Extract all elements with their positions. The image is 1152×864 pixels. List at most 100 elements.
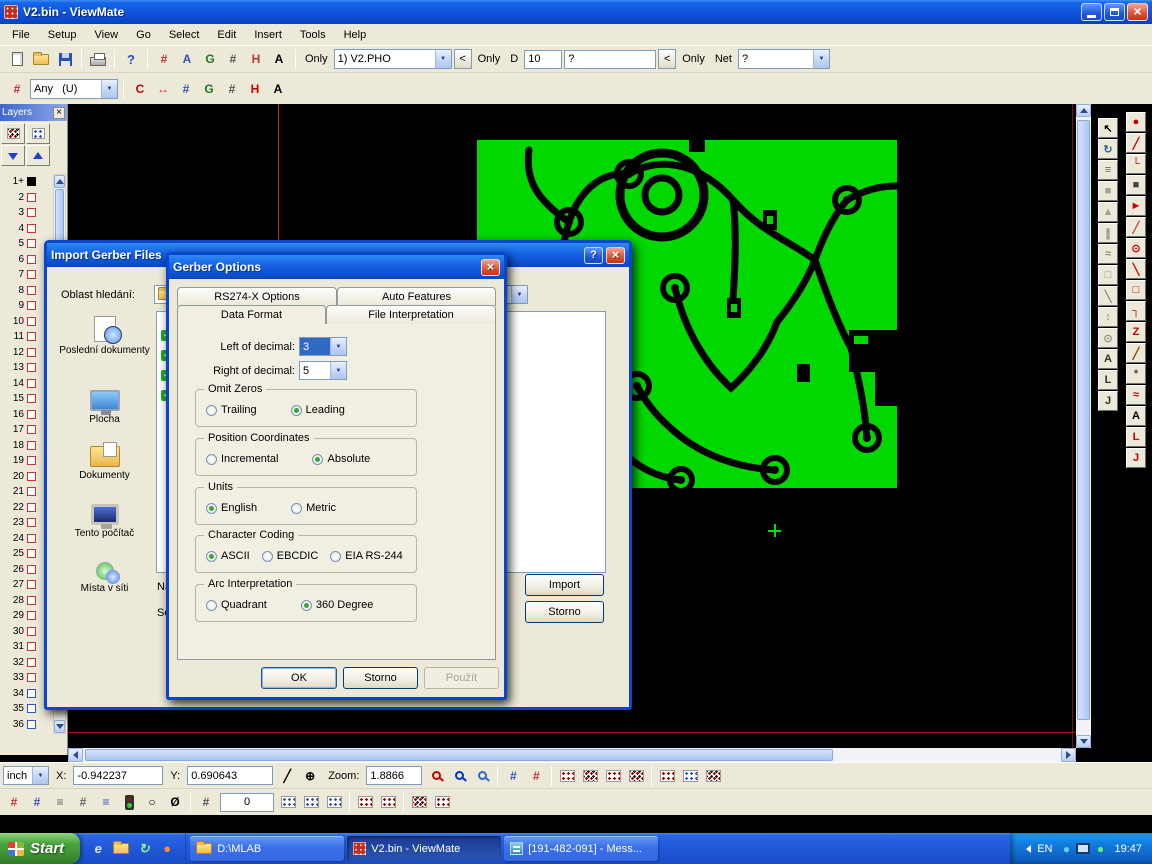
tray-collapse-icon[interactable] (1022, 845, 1031, 853)
radio-button-icon[interactable] (206, 600, 217, 611)
scroll-right-icon[interactable] (1061, 748, 1076, 762)
scroll-left-icon[interactable] (68, 748, 83, 762)
menu-item-go[interactable]: Go (127, 26, 160, 44)
layer-row[interactable]: 2 (0, 190, 53, 206)
dcode-name-input[interactable]: ? (564, 50, 656, 69)
red-pattern-4-icon[interactable] (431, 791, 453, 813)
refresh-icon[interactable]: ↻ (134, 839, 154, 859)
red-pattern-1-icon[interactable] (354, 791, 376, 813)
layer-swatch[interactable] (27, 689, 36, 698)
radio-button-icon[interactable] (262, 551, 273, 562)
layers-table-icon[interactable] (1, 123, 25, 144)
layer-swatch[interactable] (27, 596, 36, 605)
target-icon[interactable]: ⊙ (1098, 328, 1118, 348)
chevron-down-icon[interactable] (101, 80, 117, 98)
close-icon[interactable] (1127, 3, 1148, 21)
layer-swatch[interactable] (27, 456, 36, 465)
h-highlight-icon[interactable]: H (244, 78, 266, 100)
radio-metric[interactable]: Metric (291, 502, 336, 514)
layer-swatch[interactable] (27, 611, 36, 620)
chevron-down-icon[interactable] (330, 362, 346, 379)
layer-swatch[interactable] (27, 286, 36, 295)
gear-icon[interactable]: * (1126, 364, 1146, 384)
diagonal-icon[interactable]: ╲ (1098, 286, 1118, 306)
draw-zigzag-icon[interactable]: Z (1126, 322, 1146, 342)
draw-corner-icon[interactable]: └ (1126, 154, 1146, 174)
layer-swatch[interactable] (27, 472, 36, 481)
radio-leading[interactable]: Leading (291, 404, 345, 416)
draw-bend-icon[interactable]: ┐ (1126, 301, 1146, 321)
text-tool-icon[interactable]: A (1126, 406, 1146, 426)
radio-button-icon[interactable] (206, 405, 217, 416)
layer-swatch[interactable] (27, 317, 36, 326)
print-icon[interactable] (87, 48, 109, 70)
layer-swatch[interactable] (27, 379, 36, 388)
radio-trailing[interactable]: Trailing (206, 404, 257, 416)
tab-data-format[interactable]: Data Format (177, 305, 326, 324)
taskbar-task[interactable]: D:\MLAB (190, 836, 344, 861)
title-bar[interactable]: V2.bin - ViewMate (0, 0, 1152, 24)
layer-swatch[interactable] (27, 301, 36, 310)
vertical-scrollbar[interactable] (1076, 104, 1091, 748)
layer-swatch[interactable] (27, 332, 36, 341)
draw-pencil-icon[interactable]: ╱ (1126, 343, 1146, 363)
apply-button[interactable]: Použít (424, 667, 499, 689)
radio-button-icon[interactable] (291, 503, 302, 514)
hook-icon[interactable]: J (1098, 391, 1118, 411)
layer-swatch[interactable] (27, 363, 36, 372)
tab-file-interpretation[interactable]: File Interpretation (326, 305, 496, 324)
wave-icon[interactable]: ≈ (1098, 244, 1118, 264)
minimize-icon[interactable] (1081, 3, 1102, 21)
layer-swatch[interactable] (27, 658, 36, 667)
close-icon[interactable] (606, 247, 625, 264)
draw-trace-icon[interactable]: ╱ (1126, 133, 1146, 153)
menu-item-insert[interactable]: Insert (245, 26, 291, 44)
layers-panel-header[interactable]: Layers (0, 104, 67, 121)
menu-item-view[interactable]: View (85, 26, 127, 44)
clock[interactable]: 19:47 (1114, 843, 1142, 855)
scroll-down-icon[interactable] (54, 720, 65, 733)
tab-auto-features[interactable]: Auto Features (337, 287, 496, 306)
parallel-lines-icon[interactable]: ∥ (1098, 223, 1118, 243)
start-button[interactable]: Start (0, 833, 80, 864)
layer-swatch[interactable] (27, 410, 36, 419)
scroll-down-icon[interactable] (1076, 735, 1091, 748)
selection-grid-icon[interactable]: # (6, 78, 28, 100)
grid-blue-icon[interactable]: # (502, 765, 524, 787)
move-vertical-icon[interactable]: ↕ (1098, 307, 1118, 327)
draw-dashed-rect-icon[interactable]: □ (1126, 280, 1146, 300)
taskbar-task[interactable]: V2.bin - ViewMate (347, 836, 501, 861)
dot-grid-3-icon[interactable] (323, 791, 345, 813)
pad-pattern-2-icon[interactable] (579, 765, 601, 787)
hatch-grid-icon[interactable]: # (221, 78, 243, 100)
place-item-4[interactable]: Místa v síti (55, 562, 154, 594)
dialog-titlebar[interactable]: Gerber Options (169, 255, 504, 279)
radio-quadrant[interactable]: Quadrant (206, 599, 267, 611)
annotate-icon[interactable]: A (268, 48, 290, 70)
radio-incremental[interactable]: Incremental (206, 453, 278, 465)
draw-line-icon[interactable]: ╱ (1126, 217, 1146, 237)
layer-swatch[interactable] (27, 224, 36, 233)
layer-stack-icon[interactable]: ≡ (1098, 160, 1118, 180)
internet-explorer-icon[interactable]: e (88, 839, 108, 859)
browser-icon[interactable]: ● (157, 839, 177, 859)
grid-snap-icon[interactable]: # (222, 48, 244, 70)
layer-swatch[interactable] (27, 255, 36, 264)
draw-filled-rect-icon[interactable]: ■ (1126, 175, 1146, 195)
radio-button-icon[interactable] (206, 551, 217, 562)
zoom-in-icon[interactable] (425, 765, 447, 787)
rows-icon[interactable]: ≡ (49, 791, 71, 813)
import-button[interactable]: Import (525, 574, 604, 596)
draw-target-icon[interactable]: ⊙ (1126, 238, 1146, 258)
grid-toggle-icon[interactable]: # (195, 791, 217, 813)
menu-item-file[interactable]: File (3, 26, 39, 44)
hollow-rect-icon[interactable]: □ (1098, 265, 1118, 285)
pad-pattern-3-icon[interactable] (602, 765, 624, 787)
draw-slash-icon[interactable]: ╲ (1126, 259, 1146, 279)
filled-rect-icon[interactable]: ■ (1098, 181, 1118, 201)
step-field[interactable]: 0 (220, 793, 274, 812)
cols-icon[interactable]: # (72, 791, 94, 813)
only-net-label[interactable]: Only (678, 53, 709, 65)
layer-row[interactable]: 3 (0, 205, 53, 221)
dcode-prev-button[interactable]: < (454, 49, 472, 69)
